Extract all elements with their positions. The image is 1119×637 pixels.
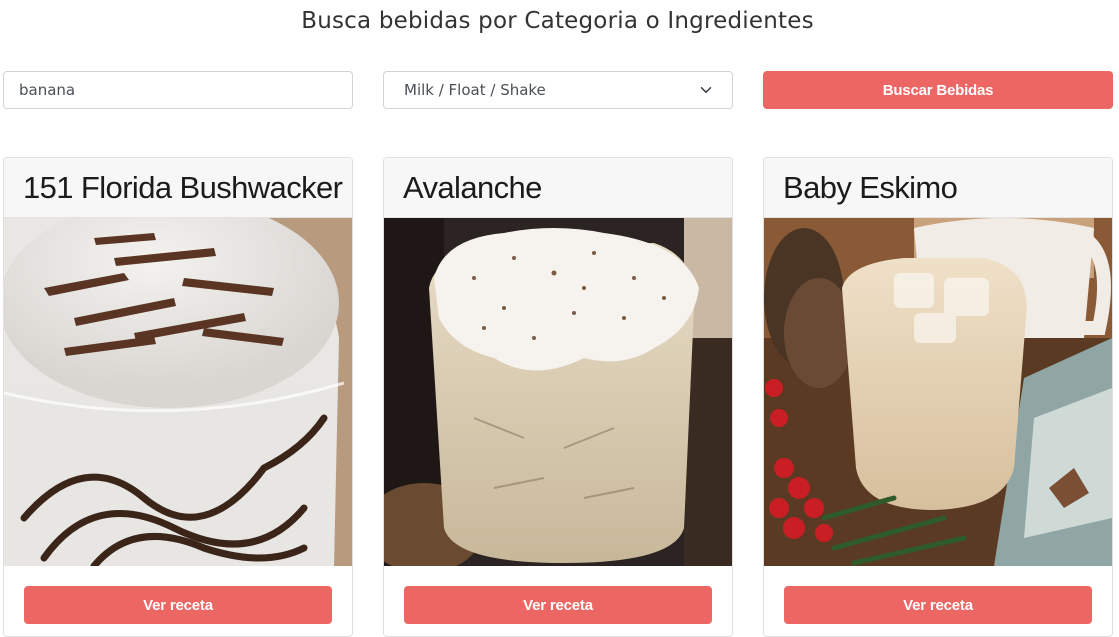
drink-image [764, 218, 1112, 566]
view-recipe-button[interactable]: Ver receta [784, 586, 1092, 624]
chevron-down-icon [700, 87, 712, 93]
drink-image [4, 218, 352, 566]
drink-image [384, 218, 732, 566]
drink-card-title: 151 Florida Bushwacker [4, 158, 352, 218]
drink-card-151-florida-bushwacker: 151 Florida Bushwacker Ver receta [3, 157, 353, 637]
category-selected-value: Milk / Float / Shake [404, 81, 546, 99]
drink-card-title: Avalanche [384, 158, 732, 218]
view-recipe-button[interactable]: Ver receta [24, 586, 332, 624]
ingredient-search-input[interactable] [3, 71, 353, 109]
view-recipe-button[interactable]: Ver receta [404, 586, 712, 624]
drink-card-baby-eskimo: Baby Eskimo Ver receta [763, 157, 1113, 637]
search-drinks-button[interactable]: Buscar Bebidas [763, 71, 1113, 109]
category-select[interactable]: Milk / Float / Shake [383, 71, 733, 109]
drink-card-avalanche: Avalanche Ver receta [383, 157, 733, 637]
page-title: Busca bebidas por Categoria o Ingredient… [301, 8, 814, 34]
drink-card-title: Baby Eskimo [764, 158, 1112, 218]
